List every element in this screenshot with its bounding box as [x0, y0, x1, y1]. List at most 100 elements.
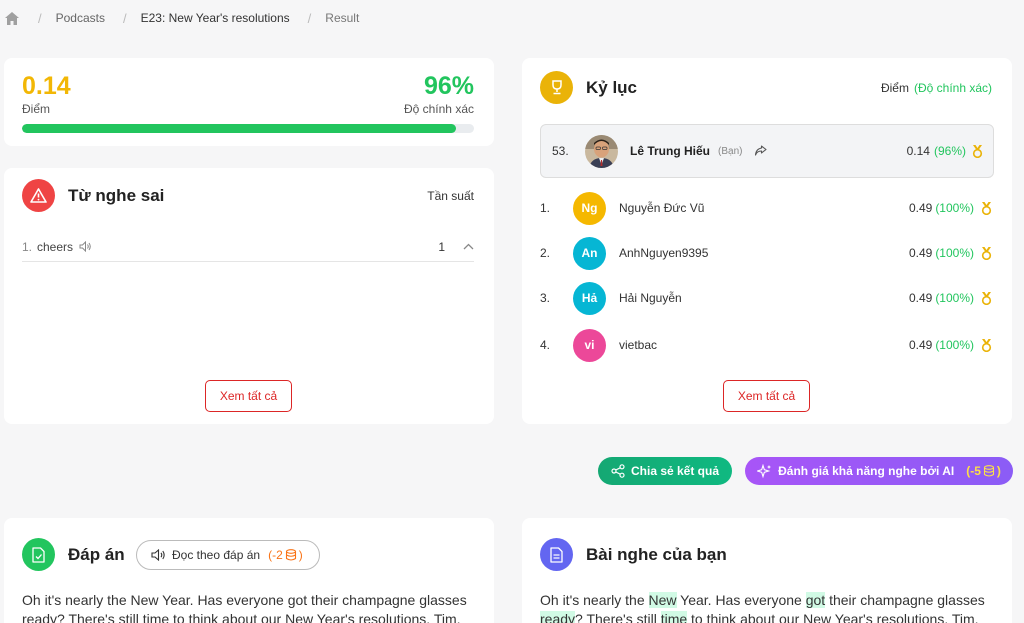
- your-transcript-title: Bài nghe của bạn: [586, 545, 727, 564]
- breadcrumb-separator: /: [307, 10, 312, 26]
- my-rank-row: 53. Lê Trung Hiếu (Bạn) 0.14 (96%): [540, 124, 994, 178]
- leaderboard-card: Kỷ lục Điểm (Độ chính xác) 53. Lê Trung H…: [522, 58, 1012, 424]
- ai-cost: (-5 ): [966, 464, 1001, 478]
- read-along-button[interactable]: Đọc theo đáp án (-2 ): [136, 540, 320, 570]
- user-name: AnhNguyen9395: [619, 246, 709, 260]
- share-result-button[interactable]: Chia sẻ kết quả: [598, 457, 732, 485]
- my-accuracy: (96%): [933, 144, 966, 158]
- ai-evaluate-button[interactable]: Đánh giá khả năng nghe bởi AI (-5 ): [745, 457, 1013, 485]
- transcript-segment: Oh it's nearly the: [540, 592, 649, 608]
- mistakes-view-all-button[interactable]: Xem tất cả: [205, 380, 292, 412]
- accuracy-label: Độ chính xác: [403, 102, 474, 116]
- rank-number: 3.: [540, 291, 551, 305]
- avatar: Hả: [573, 281, 606, 315]
- breadcrumb-result: Result: [325, 11, 360, 25]
- mistake-word: cheers: [37, 239, 74, 254]
- table-row: 3. Hả Hải Nguyễn 0.49 (100%): [540, 280, 994, 316]
- coin-stack-icon: [983, 465, 995, 477]
- answer-card: Đáp án Đọc theo đáp án (-2 ) Oh it's nea…: [4, 518, 494, 623]
- transcript-segment: to think about our New Year's resolution…: [687, 611, 979, 623]
- leaderboard-title: Kỷ lục: [586, 78, 638, 97]
- answer-title: Đáp án: [68, 545, 125, 564]
- avatar: [585, 134, 618, 168]
- user-name: Hải Nguyễn: [619, 291, 682, 305]
- accuracy-progress-bar: [22, 124, 474, 133]
- rank-number: 2.: [540, 246, 551, 260]
- medal-icon: [981, 338, 992, 352]
- user-accuracy: (100%): [935, 338, 974, 352]
- share-result-label: Chia sẻ kết quả: [630, 464, 720, 478]
- my-score: 0.14: [906, 144, 930, 158]
- medal-icon: [981, 246, 992, 260]
- user-accuracy: (100%): [935, 201, 974, 215]
- share-nodes-icon: [611, 464, 625, 478]
- read-cost-value: (-2: [268, 548, 283, 562]
- medal-icon: [981, 201, 992, 215]
- user-name: Nguyễn Đức Vũ: [619, 201, 705, 215]
- transcript-segment: Year. Has everyone: [676, 592, 806, 608]
- transcript-segment-correct: time: [660, 611, 688, 623]
- list-item[interactable]: 1. cheers 1: [22, 232, 474, 262]
- medal-icon: [972, 144, 983, 158]
- transcript-segment-correct: got: [805, 592, 826, 608]
- chevron-up-icon[interactable]: [463, 243, 474, 250]
- ai-evaluate-label: Đánh giá khả năng nghe bởi AI: [778, 464, 955, 478]
- user-score: 0.49: [908, 338, 933, 352]
- read-cost-close: ): [298, 548, 303, 562]
- points-label: Điểm: [880, 81, 909, 95]
- document-icon: [540, 538, 573, 571]
- user-score: 0.49: [908, 291, 933, 305]
- read-along-label: Đọc theo đáp án: [172, 548, 261, 562]
- accuracy-header-label: (Độ chính xác): [913, 81, 992, 95]
- avatar: An: [573, 236, 606, 270]
- sparkle-icon: [757, 463, 772, 479]
- breadcrumb-episode[interactable]: E23: New Year's resolutions: [141, 11, 290, 25]
- mistakes-title: Từ nghe sai: [68, 186, 165, 205]
- points-header: Điểm (Độ chính xác): [881, 81, 992, 95]
- avatar: Ng: [573, 191, 606, 225]
- trophy-icon: [540, 71, 573, 104]
- medal-icon: [981, 291, 992, 305]
- rank-number: 1.: [540, 201, 551, 215]
- score-value: 0.14: [22, 72, 71, 100]
- answer-transcript: Oh it's nearly the New Year. Has everyon…: [22, 592, 467, 623]
- speaker-icon[interactable]: [79, 241, 92, 252]
- progress-fill: [22, 124, 456, 133]
- table-row: 4. vi vietbac 0.49 (100%): [540, 327, 994, 363]
- breadcrumb-podcasts[interactable]: Podcasts: [56, 11, 105, 25]
- transcript-segment: their champagne glasses: [825, 592, 985, 608]
- score-card: 0.14 Điểm 96% Độ chính xác: [4, 58, 494, 146]
- table-row: 2. An AnhNguyen9395 0.49 (100%): [540, 235, 994, 271]
- mistake-number: 1.: [22, 239, 33, 254]
- breadcrumb-separator: /: [38, 10, 42, 26]
- score-label: Điểm: [22, 102, 51, 116]
- ai-cost-close: ): [996, 464, 1001, 478]
- document-icon: [22, 538, 55, 571]
- you-label: (Bạn): [718, 145, 743, 157]
- transcript-segment-correct: ready: [540, 611, 576, 623]
- leaderboard-view-all-button[interactable]: Xem tất cả: [723, 380, 810, 412]
- your-transcript: Oh it's nearly the New Year. Has everyon…: [540, 591, 996, 623]
- user-score: 0.49: [908, 246, 933, 260]
- ai-cost-value: (-5: [966, 464, 981, 478]
- user-accuracy: (100%): [935, 246, 974, 260]
- your-transcript-card: Bài nghe của bạn Oh it's nearly the New …: [522, 518, 1012, 623]
- mistake-count: 1: [438, 239, 445, 254]
- user-score: 0.49: [908, 201, 933, 215]
- accuracy-value: 96%: [423, 72, 474, 100]
- share-icon[interactable]: [754, 145, 768, 157]
- speaker-icon: [151, 549, 166, 561]
- rank-number: 4.: [540, 338, 551, 352]
- transcript-segment: ? There's still: [575, 611, 661, 623]
- breadcrumb: / Podcasts / E23: New Year's resolutions…: [4, 8, 359, 28]
- avatar: vi: [573, 328, 606, 362]
- table-row: 1. Ng Nguyễn Đức Vũ 0.49 (100%): [540, 190, 994, 226]
- transcript-segment-correct: New: [648, 592, 677, 608]
- home-icon[interactable]: [4, 10, 20, 26]
- frequency-label[interactable]: Tần suất: [427, 189, 474, 203]
- user-name: vietbac: [619, 338, 658, 352]
- my-name: Lê Trung Hiếu: [630, 144, 711, 158]
- mistakes-card: Từ nghe sai Tần suất 1. cheers 1 Xem tất…: [4, 168, 494, 424]
- breadcrumb-separator: /: [122, 10, 127, 26]
- my-rank: 53.: [552, 144, 569, 158]
